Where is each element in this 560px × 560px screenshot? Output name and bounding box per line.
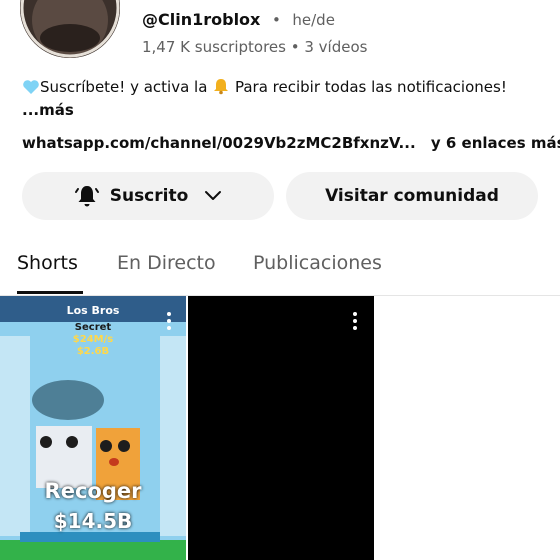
tab-publicaciones[interactable]: Publicaciones <box>253 252 382 274</box>
visit-community-label: Visitar comunidad <box>325 186 499 206</box>
channel-links[interactable]: whatsapp.com/channel/0029Vb2zMC2BfxnzV..… <box>22 134 560 152</box>
short-price: $2.6B <box>76 346 110 357</box>
channel-description[interactable]: Suscríbete! y activa la Para recibir tod… <box>22 77 542 120</box>
separator-dot: • <box>271 11 281 29</box>
short-title: Los Bros <box>66 304 120 317</box>
bell-emoji-icon <box>212 77 230 100</box>
short-rate: $24M/s <box>72 334 114 345</box>
short-menu-icon[interactable] <box>352 312 358 330</box>
description-more-link[interactable]: ...más <box>22 101 74 119</box>
channel-stats: 1,47 K suscriptores • 3 vídeos <box>142 38 368 56</box>
tab-shorts[interactable]: Shorts <box>17 252 78 274</box>
channel-handle: @Clin1roblox <box>142 10 261 29</box>
short-action-label: Recoger <box>44 479 142 503</box>
chevron-down-icon <box>204 190 222 202</box>
short-amount: $14.5B <box>53 509 133 533</box>
short-tag: Secret <box>74 322 112 333</box>
tab-en-directo[interactable]: En Directo <box>117 252 216 274</box>
more-links[interactable]: y 6 enlaces más <box>431 134 560 152</box>
visit-community-button[interactable]: Visitar comunidad <box>286 172 538 220</box>
description-part2: Para recibir todas las notificaciones! <box>234 78 507 96</box>
blue-heart-icon <box>22 79 40 100</box>
channel-tabs: Shorts En Directo Publicaciones <box>0 246 560 296</box>
subscribed-button[interactable]: Suscrito <box>22 172 274 220</box>
description-part1: Suscríbete! y activa la <box>40 78 208 96</box>
whatsapp-link[interactable]: whatsapp.com/channel/0029Vb2zMC2BfxnzV..… <box>22 134 416 152</box>
active-tab-indicator <box>17 291 83 294</box>
subscribed-label: Suscrito <box>109 186 189 206</box>
channel-avatar[interactable] <box>20 0 120 58</box>
short-menu-icon[interactable] <box>166 312 172 330</box>
channel-pronouns: he/de <box>292 11 335 29</box>
bell-icon <box>74 183 100 209</box>
short-thumbnail[interactable]: Los Bros Secret $24M/s $2.6B Recoger $14… <box>0 296 186 560</box>
short-thumbnail[interactable] <box>188 296 374 560</box>
channel-handle-row: @Clin1roblox • he/de <box>142 10 335 29</box>
